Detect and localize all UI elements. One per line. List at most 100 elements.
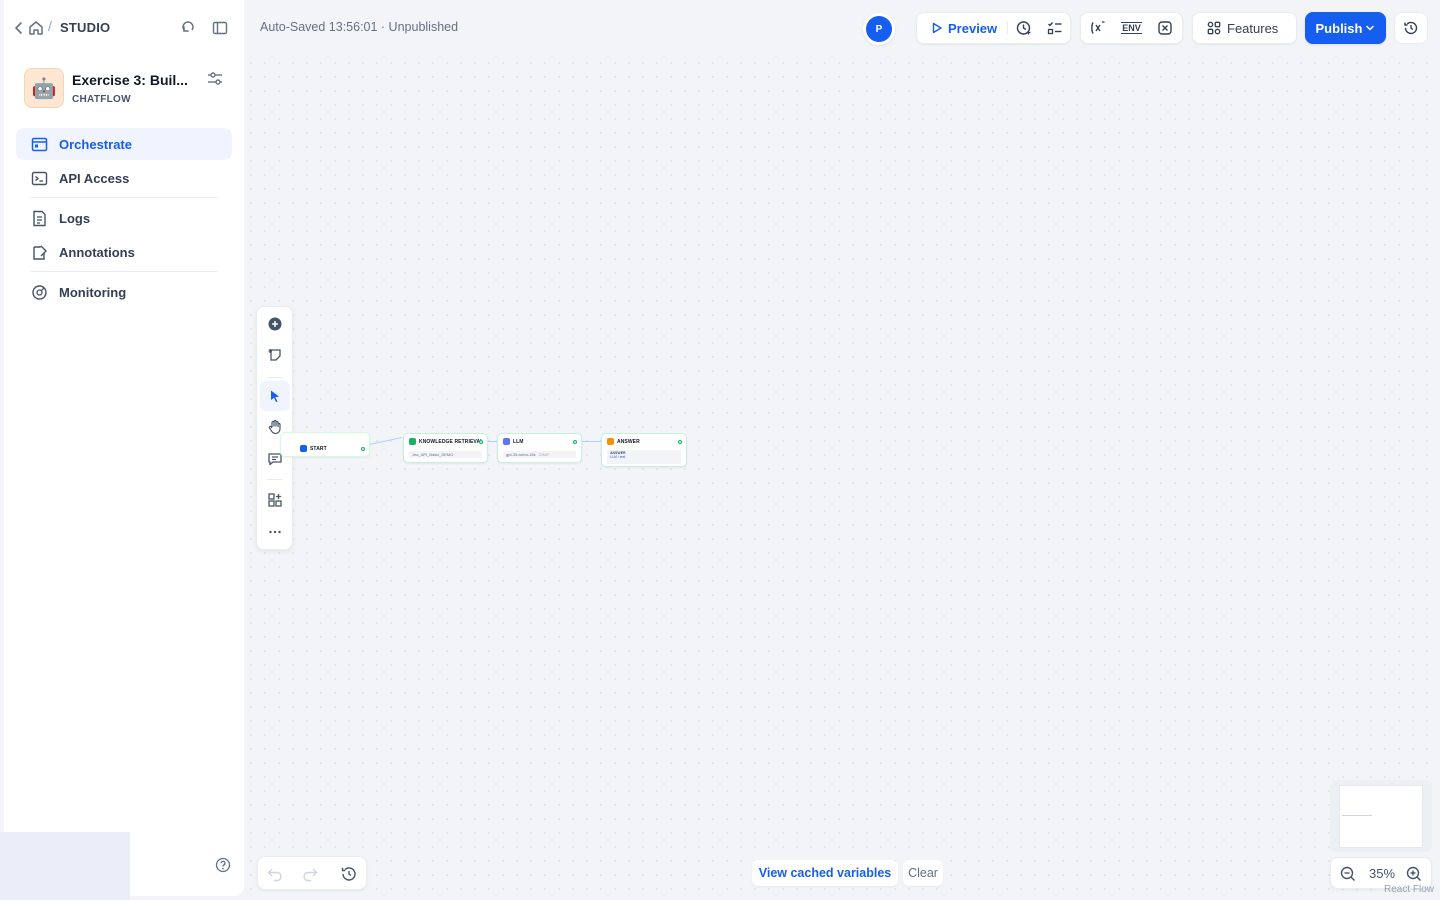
run-history-icon [1016,21,1031,35]
logs-icon [30,209,48,227]
llm-node-icon [503,438,510,445]
collapse-sidebar-icon[interactable] [211,19,229,37]
knowledge-retrieval-title: KNOWLEDGE RETRIEVAL [419,438,484,445]
sidebar-item-monitoring[interactable]: Monitoring [16,276,232,308]
start-node[interactable]: START [280,432,370,457]
workflow-edge [582,441,602,442]
chevron-left-icon[interactable] [13,19,25,37]
breadcrumb-studio[interactable]: STUDIO [60,20,110,35]
answer-node-header: ANSWER [607,438,640,445]
llm-node[interactable]: LLM gpt-35-turbo-16k CHAT [497,433,582,463]
preview-toolbar: Preview [916,12,1071,44]
sidebar-item-label: Monitoring [59,284,127,300]
change-history-icon[interactable] [340,865,358,883]
grid-add-icon [268,493,282,507]
features-toolbar: Features [1192,12,1297,44]
sidebar-item-api-access[interactable]: API Access [16,162,232,194]
zoom-in-icon[interactable] [1405,865,1423,883]
variables-toolbar: ENV [1080,12,1183,44]
sticky-note-icon [268,349,281,361]
sidebar-item-label: API Access [59,170,130,186]
conversation-variables-button[interactable] [1081,13,1115,43]
workflow-edge [487,441,497,442]
zoom-level[interactable]: 35% [1362,866,1402,881]
sidebar-footer-panel [0,832,130,900]
play-icon [932,22,942,34]
history-icon [1404,21,1418,35]
answer-variable: LLM / text [610,455,626,459]
node-success-icon [361,447,365,451]
add-note-button[interactable] [260,340,290,370]
more-options-button[interactable] [260,517,290,547]
features-icon [1207,21,1221,35]
preview-button[interactable]: Preview [917,13,1007,43]
add-node-button[interactable] [260,309,290,339]
node-success-icon [479,440,483,444]
minimap[interactable] [1330,780,1432,852]
view-cached-variables-button[interactable]: View cached variables [752,860,898,886]
minimap-viewport[interactable] [1339,785,1423,848]
zoom-out-icon[interactable] [1339,865,1357,883]
nav-divider [30,271,218,272]
app-avatar: 🤖 [24,68,64,108]
env-icon: ENV [1121,22,1142,34]
llm-node-header: LLM [503,438,524,445]
history-controls [257,856,367,890]
sidebar-item-orchestrate[interactable]: Orchestrate [16,128,232,160]
app-type: CHATFLOW [72,94,131,105]
sidebar-item-label: Orchestrate [59,136,132,152]
undo-icon[interactable] [266,865,284,883]
variable-x-icon [1158,21,1172,35]
annotations-icon [30,243,48,261]
terminal-icon [30,169,48,187]
start-node-icon [300,445,307,452]
react-flow-attribution[interactable]: React Flow [1384,884,1434,895]
global-variables-button[interactable] [1148,13,1182,43]
autosave-status: Auto-Saved 13:56:01 · Unpublished [260,20,459,34]
workflow-canvas[interactable] [244,56,1440,900]
minimap-nodes [1342,815,1372,816]
preview-label: Preview [948,20,998,36]
version-history-button[interactable] [1394,12,1428,44]
user-avatar[interactable]: P [866,16,892,42]
nav-divider [30,197,218,198]
organize-blocks-button[interactable] [260,485,290,515]
checklist-button[interactable] [1039,13,1070,43]
knowledge-retrieval-node[interactable]: KNOWLEDGE RETRIEVAL Jira_API_Basic_DEMO [403,433,488,463]
sidebar: / STUDIO 🤖 Exercise 3: Buil... CHATFLOW … [4,0,244,896]
orchestrate-icon [30,135,48,153]
llm-model-name: gpt-35-turbo-16k [506,452,536,457]
knowledge-retrieval-icon [409,438,416,445]
answer-node-title: ANSWER [617,438,640,445]
clear-cache-button[interactable]: Clear [903,860,943,886]
knowledge-dataset: Jira_API_Basic_DEMO [409,451,482,458]
run-history-button[interactable] [1008,13,1039,43]
answer-node-icon [607,438,614,445]
checklist-icon [1047,22,1062,35]
help-icon[interactable] [215,857,231,873]
publish-button[interactable]: Publish [1305,12,1386,44]
llm-model: gpt-35-turbo-16k CHAT [503,451,576,458]
breadcrumb-separator: / [48,18,52,34]
features-label: Features [1227,20,1279,36]
start-node-title: START [310,445,327,452]
switch-app-icon[interactable] [179,19,197,37]
conversation-variable-icon [1091,21,1105,34]
sidebar-item-logs[interactable]: Logs [16,202,232,234]
sidebar-item-annotations[interactable]: Annotations [16,236,232,268]
sidebar-item-label: Annotations [59,244,135,260]
features-button[interactable]: Features [1193,13,1290,43]
home-icon[interactable] [27,19,45,37]
plus-circle-icon [268,317,282,331]
answer-body: ANSWER LLM / text [607,450,681,464]
sidebar-nav: Orchestrate API Access Logs Annotations … [16,128,232,310]
node-success-icon [573,440,577,444]
app-name: Exercise 3: Buil... [72,72,188,88]
pointer-mode-button[interactable] [260,381,290,411]
monitoring-icon [30,283,48,301]
answer-node[interactable]: ANSWER ANSWER LLM / text [601,433,687,467]
redo-icon[interactable] [301,865,319,883]
app-settings-icon[interactable] [206,70,224,88]
env-variables-button[interactable]: ENV [1115,13,1149,43]
toolbar-divider [267,479,283,480]
